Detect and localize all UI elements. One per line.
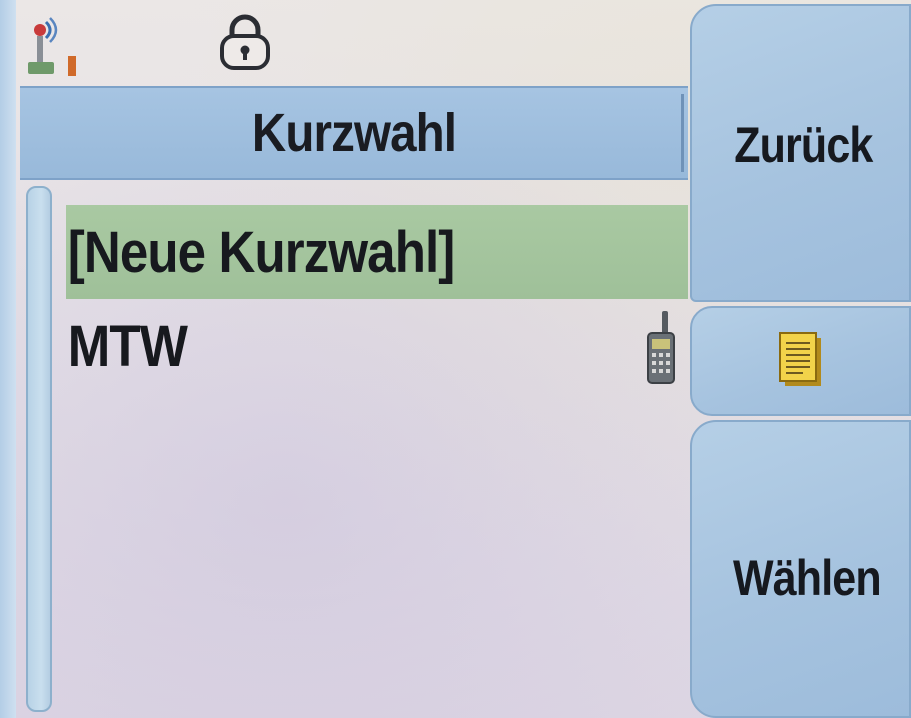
phone-screen: Kurzwahl [Neue Kurzwahl] MTW Zurück Wähl… (16, 0, 911, 718)
signal-antenna-icon (28, 17, 76, 76)
page-title: Kurzwahl (251, 103, 457, 163)
list-item-label: MTW (67, 313, 188, 379)
options-button[interactable] (690, 306, 911, 416)
list-item-new-speed-dial[interactable]: [Neue Kurzwahl] (66, 205, 688, 299)
title-bar: Kurzwahl (20, 86, 688, 180)
notes-icon (778, 332, 821, 386)
select-button-label: Wählen (732, 550, 882, 606)
device-bezel (0, 0, 16, 718)
back-button[interactable]: Zurück (690, 4, 911, 302)
select-button[interactable]: Wählen (690, 420, 911, 718)
speed-dial-list: [Neue Kurzwahl] MTW (66, 205, 688, 393)
back-button-label: Zurück (734, 117, 873, 173)
lock-icon (220, 14, 270, 70)
title-bar-edge (681, 94, 684, 172)
list-scrollbar[interactable] (26, 186, 52, 712)
softkey-panel: Zurück Wählen (690, 0, 911, 718)
list-item-label: [Neue Kurzwahl] (67, 219, 456, 285)
radio-device-icon (647, 311, 675, 384)
status-bar (16, 0, 688, 82)
list-item-mtw[interactable]: MTW (66, 299, 688, 393)
